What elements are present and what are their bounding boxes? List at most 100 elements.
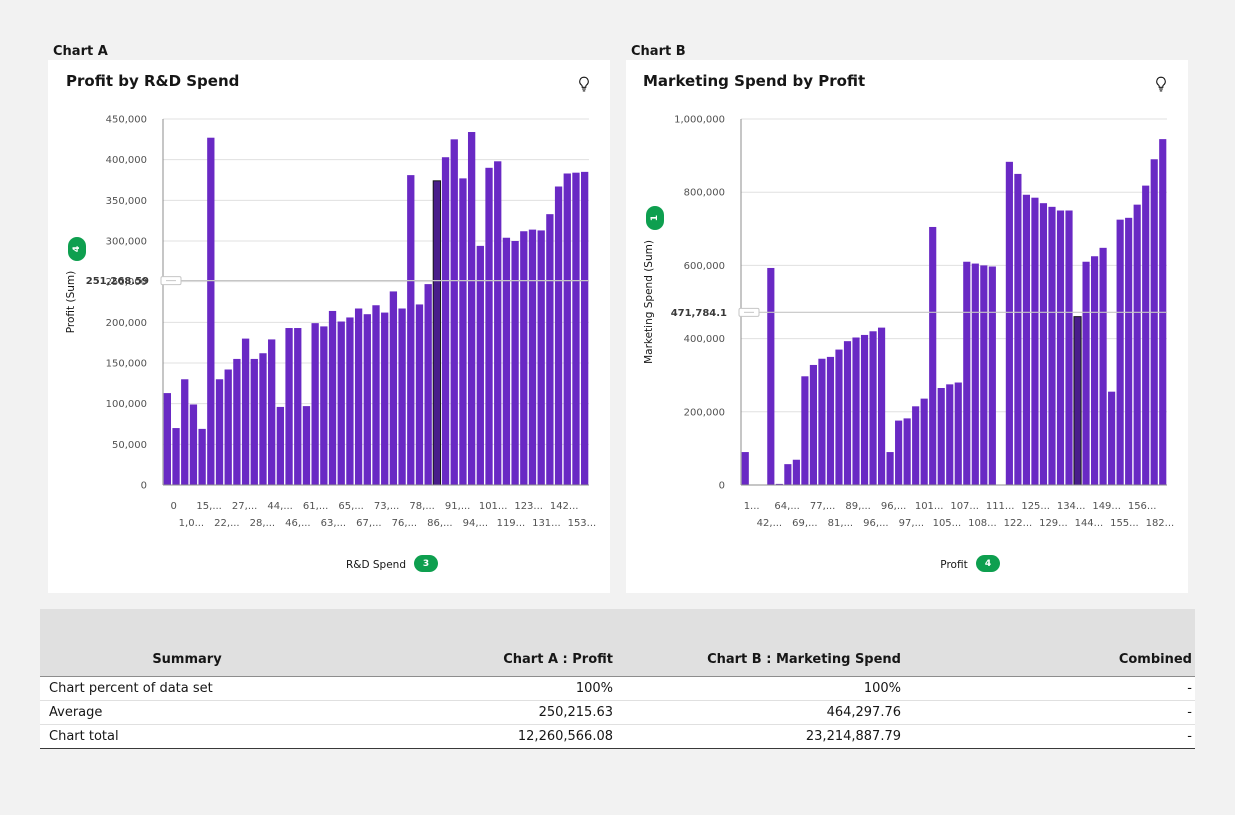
bar	[354, 308, 363, 485]
bar	[337, 321, 345, 485]
bar	[809, 364, 817, 485]
bar	[878, 327, 886, 485]
x-tick-label: 107...	[950, 501, 979, 512]
x-tick-label: 153...	[568, 518, 597, 529]
bar	[172, 428, 180, 485]
x-tick-label: 22,...	[214, 518, 239, 529]
x-tick-label: 142...	[550, 501, 579, 512]
x-axis-title: Profit	[940, 559, 967, 571]
bar	[502, 237, 511, 485]
bar	[415, 304, 424, 485]
x-tick-label: 89,...	[845, 501, 870, 512]
y-tick-label: 200,000	[106, 318, 147, 329]
x-tick-label: 15,...	[196, 501, 221, 512]
y-tick-label: 200,000	[684, 407, 725, 418]
bar	[511, 241, 519, 485]
bar	[792, 459, 800, 485]
chart-a-value: 100%	[328, 676, 616, 701]
chart-b-value: 464,297.76	[616, 700, 904, 725]
bar	[741, 452, 749, 485]
bar	[1065, 210, 1073, 485]
x-tick-label: 42,...	[757, 518, 782, 529]
bar	[554, 186, 563, 486]
x-tick-label: 122...	[1004, 518, 1033, 529]
bar	[346, 317, 354, 485]
chart-a-card: Profit by R&D Spend 0 50,000 100,000 150,00…	[48, 60, 610, 593]
bar	[1108, 391, 1116, 485]
y-axis-badge-count: 4	[72, 246, 82, 252]
combined-value: -	[904, 676, 1195, 701]
combined-header: Combined	[904, 609, 1195, 677]
bar	[189, 404, 198, 485]
y-axis-badge-count: 1	[650, 215, 660, 221]
x-tick-label: 73,...	[374, 501, 399, 512]
x-tick-label: 61,...	[303, 501, 328, 512]
bar	[241, 338, 250, 485]
bar	[1022, 194, 1030, 485]
bar	[860, 334, 869, 485]
bar	[163, 393, 171, 485]
bar	[852, 337, 860, 485]
bar	[432, 180, 442, 486]
summary-table: Summary Chart A : Profit Chart B : Marke…	[40, 609, 1195, 749]
table-row: Chart percent of data set 100% 100% -	[40, 676, 1195, 701]
y-tick-label: 400,000	[684, 334, 725, 345]
bar	[494, 161, 502, 485]
bar	[276, 406, 285, 485]
y-tick-label: 100,000	[106, 399, 147, 410]
x-tick-label: 101...	[915, 501, 944, 512]
bar	[459, 178, 467, 485]
bar	[1142, 185, 1150, 485]
bar	[1099, 247, 1107, 485]
bar	[937, 388, 945, 485]
x-tick-label: 76,...	[392, 518, 417, 529]
x-tick-label: 1...	[744, 501, 760, 512]
x-tick-label: 67,...	[356, 518, 381, 529]
y-axis-title: Profit (Sum)	[65, 271, 77, 333]
bar	[767, 267, 775, 485]
bar	[818, 358, 826, 485]
bar	[963, 261, 971, 485]
table-row: Average 250,215.63 464,297.76 -	[40, 700, 1195, 725]
summary-header: Summary	[40, 609, 328, 677]
bar	[784, 464, 792, 485]
x-tick-label: 182...	[1146, 518, 1175, 529]
bar	[302, 406, 311, 485]
bar	[450, 139, 458, 485]
row-label: Average	[40, 700, 328, 725]
chart-b-value: 23,214,887.79	[616, 724, 904, 749]
x-tick-label: 156...	[1128, 501, 1157, 512]
bar	[1116, 219, 1124, 485]
x-tick-label: 125...	[1021, 501, 1050, 512]
combined-value: -	[904, 700, 1195, 725]
y-tick-label: 400,000	[106, 155, 147, 166]
y-tick-label: 0	[141, 481, 147, 492]
bar	[215, 379, 224, 485]
bar	[537, 230, 545, 485]
bar	[1039, 203, 1048, 485]
x-tick-label: 1,0...	[179, 518, 204, 529]
x-tick-label: 27,...	[232, 501, 257, 512]
y-tick-label: 350,000	[106, 196, 147, 207]
bar	[581, 171, 589, 485]
chart-a-profit-header: Chart A : Profit	[328, 609, 616, 677]
x-axis-title: R&D Spend	[346, 559, 406, 571]
x-tick-label: 134...	[1057, 501, 1086, 512]
bar	[224, 369, 232, 485]
x-tick-label: 149...	[1092, 501, 1121, 512]
x-tick-label: 69,...	[792, 518, 817, 529]
chart-a-label: Chart A	[53, 44, 108, 59]
bar	[381, 312, 389, 485]
combined-value: -	[904, 724, 1195, 749]
bar	[546, 214, 554, 485]
bar	[563, 173, 571, 485]
y-tick-label: 300,000	[106, 237, 147, 248]
bar	[528, 229, 537, 485]
bar	[1031, 197, 1039, 485]
x-tick-label: 105...	[933, 518, 962, 529]
x-axis-badge-count: 3	[423, 559, 429, 569]
bar	[207, 137, 215, 485]
y-tick-label: 1,000,000	[674, 115, 725, 126]
bar	[311, 323, 319, 485]
x-tick-label: 65,...	[338, 501, 363, 512]
